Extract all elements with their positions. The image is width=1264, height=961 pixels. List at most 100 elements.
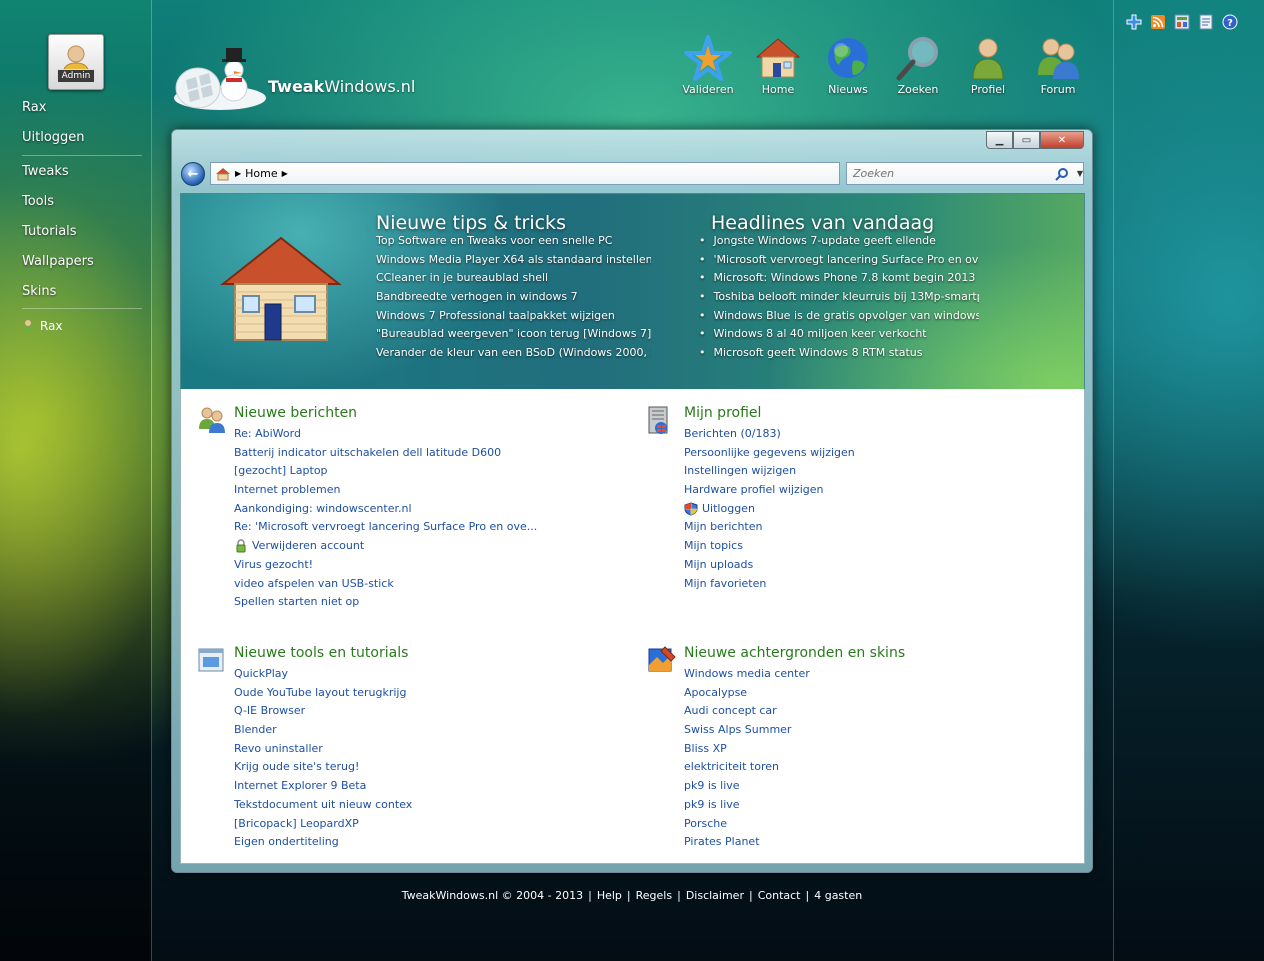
sidebar-divider [22,155,142,156]
online-user[interactable]: Rax [22,319,63,333]
headline-item[interactable]: 'Microsoft vervroegt lancering Surface P… [699,251,979,270]
profile-list: Berichten (0/183) Persoonlijke gegevens … [684,425,855,593]
nav-profiel[interactable]: Profiel [955,35,1021,96]
back-button[interactable]: ← [181,162,205,186]
headline-item[interactable]: Jongste Windows 7-update geeft ellende [699,232,979,251]
profile-link[interactable]: Hardware profiel wijzigen [684,483,824,496]
tip-item[interactable]: "Bureaublad weergeven" icoon terug [Wind… [376,325,651,344]
tool-link[interactable]: Blender [234,723,277,736]
logout-link[interactable]: Uitloggen [702,502,755,515]
post-link[interactable]: Aankondiging: windowscenter.nl [234,502,412,515]
footer: TweakWindows.nl © 2004 - 2013 | Help | Regel… [401,889,863,902]
breadcrumb[interactable]: Home [245,167,277,180]
notepad-icon[interactable] [1198,14,1214,30]
chevron-down-icon[interactable]: ▼ [1077,169,1083,178]
headline-item[interactable]: Windows 8 al 40 miljoen keer verkocht [699,325,979,344]
wallpaper-link[interactable]: Audi concept car [684,704,777,717]
tool-link[interactable]: Q-IE Browser [234,704,305,717]
site-logo[interactable]: TweakWindows.nl [174,40,415,112]
wallpaper-link[interactable]: elektriciteit toren [684,760,779,773]
footer-disclaimer-link[interactable]: Disclaimer [686,889,744,902]
arrow-left-icon: ← [187,166,199,182]
post-link[interactable]: Internet problemen [234,483,340,496]
calculator-icon[interactable] [1174,14,1190,30]
post-link[interactable]: Spellen starten niet op [234,595,359,608]
nav-zoeken[interactable]: Zoeken [885,35,951,96]
sidebar-item-tutorials[interactable]: Tutorials [22,224,77,239]
close-button[interactable]: ✕ [1040,131,1084,149]
headline-item[interactable]: Microsoft geeft Windows 8 RTM status [699,344,979,363]
post-link[interactable]: video afspelen van USB-stick [234,577,394,590]
profile-link[interactable]: Mijn topics [684,539,743,552]
tool-link[interactable]: Krijg oude site's terug! [234,760,359,773]
sidebar-username[interactable]: Rax [22,100,46,115]
nav-forum[interactable]: Forum [1025,35,1091,96]
tip-item[interactable]: Top Software en Tweaks voor een snelle P… [376,232,651,251]
profile-link[interactable]: Mijn berichten [684,520,762,533]
profile-link[interactable]: Mijn favorieten [684,577,766,590]
headline-item[interactable]: Microsoft: Windows Phone 7.8 komt begin … [699,269,979,288]
tip-item[interactable]: Verander de kleur van een BSoD (Windows … [376,344,651,363]
nav-nieuws[interactable]: Nieuws [815,35,881,96]
post-link[interactable]: Re: 'Microsoft vervroegt lancering Surfa… [234,520,537,533]
sidebar-item-skins[interactable]: Skins [22,284,56,299]
avatar[interactable]: Admin [48,34,104,90]
logout-link[interactable]: Uitloggen [22,130,85,145]
address-bar[interactable]: ▶ Home ▶ [210,162,840,185]
footer-rules-link[interactable]: Regels [636,889,672,902]
tool-link[interactable]: Tekstdocument uit nieuw contex [234,798,412,811]
tools-list: QuickPlay Oude YouTube layout terugkrijg… [234,665,412,852]
wallpaper-link[interactable]: Apocalypse [684,686,747,699]
tip-item[interactable]: Bandbreedte verhogen in windows 7 [376,288,651,307]
search-input[interactable] [851,166,1045,181]
tool-link[interactable]: Eigen ondertiteling [234,835,339,848]
tool-link[interactable]: Revo uninstaller [234,742,323,755]
wallpaper-link[interactable]: pk9 is live [684,798,740,811]
avatar-label: Admin [57,69,95,83]
rss-icon[interactable] [1150,14,1166,30]
add-icon[interactable] [1126,14,1142,30]
tool-link[interactable]: [Bricopack] LeopardXP [234,817,359,830]
wallpaper-link[interactable]: Swiss Alps Summer [684,723,791,736]
section-title: Nieuwe berichten [234,405,358,421]
footer-copyright: TweakWindows.nl © 2004 - 2013 [401,889,584,902]
footer-help-link[interactable]: Help [597,889,622,902]
online-user-name: Rax [40,319,63,333]
headline-item[interactable]: Windows Blue is de gratis opvolger van w… [699,307,980,326]
sidebar-item-wallpapers[interactable]: Wallpapers [22,254,94,269]
search-icon[interactable] [1055,167,1069,181]
sidebar-item-tweaks[interactable]: Tweaks [22,164,69,179]
profile-link[interactable]: Instellingen wijzigen [684,464,796,477]
profile-link[interactable]: Persoonlijke gegevens wijzigen [684,446,855,459]
minimize-button[interactable]: ▁ [986,131,1013,149]
tip-item[interactable]: Windows Media Player X64 als standaard i… [376,251,651,270]
tool-link[interactable]: QuickPlay [234,667,288,680]
profile-link[interactable]: Mijn uploads [684,558,753,571]
wallpaper-link[interactable]: Porsche [684,817,727,830]
wallpaper-link[interactable]: Pirates Planet [684,835,760,848]
wallpaper-link[interactable]: pk9 is live [684,779,740,792]
wallpaper-link[interactable]: Bliss XP [684,742,727,755]
tip-item[interactable]: Windows 7 Professional taalpakket wijzig… [376,307,651,326]
nav-home[interactable]: Home [745,35,811,96]
site-logo-text: TweakWindows.nl [268,77,416,96]
post-link[interactable]: Verwijderen account [252,539,364,552]
maximize-button[interactable]: ▭ [1013,131,1040,149]
help-icon[interactable]: ? [1222,14,1238,30]
tool-link[interactable]: Internet Explorer 9 Beta [234,779,366,792]
post-link[interactable]: [gezocht] Laptop [234,464,328,477]
tip-item[interactable]: CCleaner in je bureaublad shell [376,269,651,288]
breadcrumb-chevron-icon: ▶ [281,169,288,178]
profile-link[interactable]: Berichten (0/183) [684,427,781,440]
paint-icon [648,646,676,672]
post-link[interactable]: Virus gezocht! [234,558,313,571]
nav-valideren[interactable]: Valideren [675,35,741,96]
tool-link[interactable]: Oude YouTube layout terugkrijg [234,686,406,699]
post-link[interactable]: Re: AbiWord [234,427,301,440]
computer-icon [648,406,668,434]
post-link[interactable]: Batterij indicator uitschakelen dell lat… [234,446,501,459]
wallpaper-link[interactable]: Windows media center [684,667,810,680]
headline-item[interactable]: Toshiba belooft minder kleurruis bij 13M… [699,288,980,307]
footer-contact-link[interactable]: Contact [758,889,801,902]
sidebar-item-tools[interactable]: Tools [22,194,54,209]
